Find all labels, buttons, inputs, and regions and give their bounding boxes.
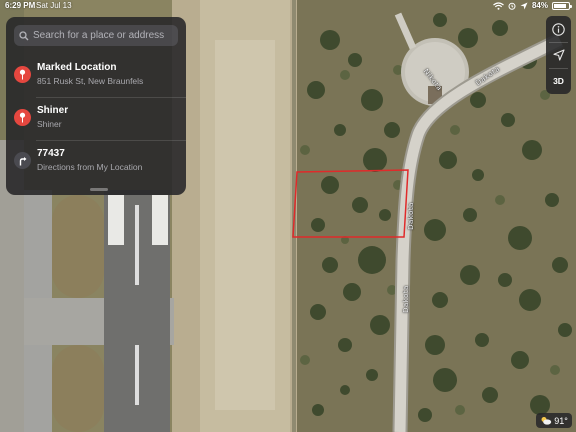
info-icon (552, 22, 565, 36)
panel-grabber[interactable] (90, 188, 108, 191)
weather-temperature: 91° (554, 415, 568, 426)
road-label-dakota-lower: Dakota (401, 285, 410, 313)
current-location-button[interactable] (546, 42, 571, 68)
wifi-icon (493, 1, 504, 10)
search-icon (19, 30, 29, 40)
3d-label: 3D (553, 76, 564, 86)
road-label-dakota-middle: Dakota (406, 202, 415, 230)
weather-badge[interactable]: 91° (536, 413, 572, 428)
status-date: Sat Jul 13 (36, 1, 72, 10)
location-services-icon (520, 2, 528, 9)
result-item-shiner[interactable]: Shiner Shiner (6, 97, 186, 139)
status-bar: 6:29 PM Sat Jul 13 84% (0, 0, 576, 12)
result-subtitle: Directions from My Location (37, 162, 143, 172)
divider (36, 140, 186, 141)
divider (36, 97, 186, 98)
result-subtitle: 851 Rusk St, New Braunfels (37, 76, 144, 86)
result-badge (14, 109, 31, 126)
map-pin-icon (19, 69, 26, 80)
battery-fill (554, 3, 566, 8)
search-placeholder: Search for a place or address (33, 30, 165, 41)
result-item-marked-location[interactable]: Marked Location 851 Rusk St, New Braunfe… (6, 54, 186, 96)
status-time: 6:29 PM (5, 1, 36, 10)
result-subtitle: Shiner (37, 119, 62, 129)
result-title: Shiner (37, 105, 69, 116)
result-title: 77437 (37, 148, 65, 159)
battery-percent: 84% (531, 1, 548, 10)
result-title: Marked Location (37, 62, 117, 73)
info-button[interactable] (546, 16, 571, 42)
map-controls: 3D (546, 16, 571, 94)
result-item-77437[interactable]: 77437 Directions from My Location (6, 140, 186, 182)
result-badge (14, 66, 31, 83)
search-input[interactable]: Search for a place or address (14, 25, 178, 46)
partly-cloudy-icon (541, 417, 552, 425)
battery-icon (552, 1, 572, 10)
map-pin-icon (19, 112, 26, 123)
result-badge (14, 152, 31, 169)
alarm-icon (508, 2, 516, 10)
location-arrow-icon (552, 49, 565, 61)
3d-toggle-button[interactable]: 3D (546, 68, 571, 94)
turn-right-arrow-icon (19, 156, 26, 165)
search-panel: Search for a place or address Marked Loc… (6, 17, 186, 195)
